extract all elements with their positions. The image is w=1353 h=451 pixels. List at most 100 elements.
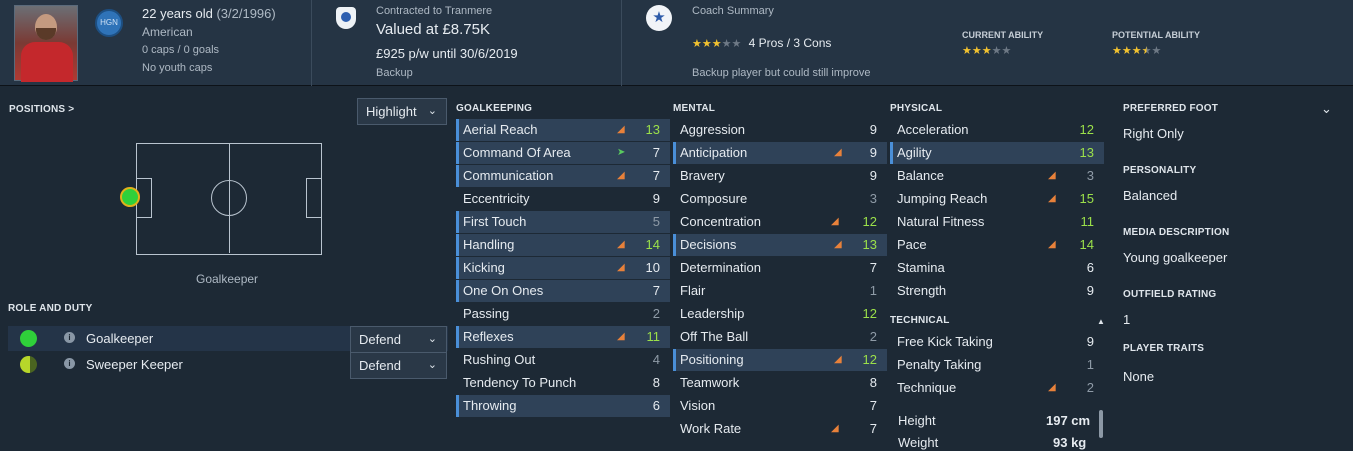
attribute-row[interactable]: Strength 9: [890, 280, 1104, 302]
trend-flat-icon: ➤: [617, 147, 626, 158]
attribute-row[interactable]: Natural Fitness 11: [890, 211, 1104, 233]
attribute-row[interactable]: Teamwork 8: [673, 372, 887, 394]
duty-dropdown[interactable]: Defend ⌄: [350, 352, 447, 379]
attribute-row[interactable]: Leadership 12: [673, 303, 887, 325]
attribute-row[interactable]: Agility 13: [890, 142, 1104, 164]
mental-title: MENTAL: [673, 103, 716, 114]
attribute-row[interactable]: Command Of Area ➤ 7: [456, 142, 670, 164]
attribute-row[interactable]: Vision 7: [673, 395, 887, 417]
attribute-value: 7: [869, 398, 877, 413]
personality-label: PERSONALITY: [1123, 165, 1197, 176]
attribute-label: Technique: [897, 380, 957, 395]
attribute-label: Balance: [897, 168, 944, 183]
attribute-label: Acceleration: [897, 122, 969, 137]
attribute-row[interactable]: Tendency To Punch 8: [456, 372, 670, 394]
duty-dropdown[interactable]: Defend ⌄: [350, 326, 447, 353]
attribute-row[interactable]: Stamina 6: [890, 257, 1104, 279]
attribute-row[interactable]: Work Rate ◢ 7: [673, 418, 887, 440]
info-icon[interactable]: i: [64, 358, 75, 369]
club-badge-icon[interactable]: [336, 7, 356, 29]
attribute-row[interactable]: Decisions ◢ 13: [673, 234, 887, 256]
attribute-row[interactable]: Throwing 6: [456, 395, 670, 417]
attribute-label: Tendency To Punch: [463, 375, 577, 390]
attribute-row[interactable]: Aerial Reach ◢ 13: [456, 119, 670, 141]
chevron-down-icon: ⌄: [427, 105, 437, 117]
attribute-row[interactable]: Eccentricity 9: [456, 188, 670, 210]
duty-value: Defend: [359, 358, 401, 373]
coach-note: Backup player but could still improve: [692, 67, 871, 79]
media-description-value: Young goalkeeper: [1123, 250, 1228, 265]
scrollbar[interactable]: [1099, 410, 1103, 438]
attribute-label: Off The Ball: [680, 329, 749, 344]
attribute-label: Stamina: [897, 260, 945, 275]
attribute-row[interactable]: Composure 3: [673, 188, 887, 210]
role-name: Goalkeeper: [86, 331, 154, 346]
attribute-row[interactable]: Balance ◢ 3: [890, 165, 1104, 187]
technical-title[interactable]: TECHNICAL: [890, 315, 950, 326]
attribute-row[interactable]: Pace ◢ 14: [890, 234, 1104, 256]
info-icon[interactable]: i: [64, 332, 75, 343]
chevron-down-icon[interactable]: ⌄: [1321, 101, 1332, 117]
goalkeeping-title: GOALKEEPING: [456, 103, 533, 114]
attribute-label: Jumping Reach: [897, 191, 988, 206]
attribute-label: One On Ones: [463, 283, 544, 298]
player-photo[interactable]: [14, 5, 78, 82]
attribute-label: Agility: [897, 145, 932, 160]
attribute-value: 11: [646, 329, 661, 344]
attribute-row[interactable]: Flair 1: [673, 280, 887, 302]
trend-up-icon: ◢: [1048, 193, 1056, 204]
youth-caps: No youth caps: [142, 62, 213, 74]
attribute-row[interactable]: Determination 7: [673, 257, 887, 279]
attribute-label: Aerial Reach: [463, 122, 538, 137]
attribute-row[interactable]: One On Ones 7: [456, 280, 670, 302]
attribute-row[interactable]: Handling ◢ 14: [456, 234, 670, 256]
attribute-row[interactable]: Acceleration 12: [890, 119, 1104, 141]
player-age: 22 years old (3/2/1996): [142, 6, 276, 21]
height-value: 197 cm: [1046, 413, 1091, 428]
attribute-row[interactable]: Technique ◢ 2: [890, 377, 1104, 399]
position-marker-goalkeeper[interactable]: [120, 187, 140, 207]
attribute-value: 7: [869, 421, 877, 436]
attribute-label: Composure: [680, 191, 748, 206]
chevron-down-icon: ⌄: [427, 359, 437, 371]
attribute-row[interactable]: Positioning ◢ 12: [673, 349, 887, 371]
attribute-row[interactable]: Concentration ◢ 12: [673, 211, 887, 233]
attribute-row[interactable]: Jumping Reach ◢ 15: [890, 188, 1104, 210]
contract-label[interactable]: Contracted to Tranmere: [376, 5, 492, 17]
attribute-row[interactable]: Penalty Taking 1: [890, 354, 1104, 376]
trend-up-icon: ◢: [834, 239, 842, 250]
attribute-row[interactable]: Bravery 9: [673, 165, 887, 187]
attribute-label: Passing: [463, 306, 510, 321]
attribute-value: 12: [862, 306, 877, 321]
position-view-dropdown[interactable]: Highlight ⌄: [357, 98, 447, 125]
attribute-row[interactable]: Passing 2: [456, 303, 670, 325]
attribute-row[interactable]: Communication ◢ 7: [456, 165, 670, 187]
personality-value: Balanced: [1123, 188, 1178, 203]
attribute-value: 10: [645, 260, 660, 275]
attribute-row[interactable]: First Touch 5: [456, 211, 670, 233]
attribute-row[interactable]: Reflexes ◢ 11: [456, 326, 670, 348]
nation-flag-icon[interactable]: HGN: [95, 9, 123, 37]
attribute-label: Natural Fitness: [897, 214, 985, 229]
attribute-label: Rushing Out: [463, 352, 536, 367]
attribute-label: Teamwork: [680, 375, 740, 390]
attribute-row[interactable]: Free Kick Taking 9: [890, 331, 1104, 353]
player-header: HGN 22 years old (3/2/1996) American 0 c…: [0, 0, 1353, 86]
attribute-value: 6: [652, 398, 660, 413]
attribute-row[interactable]: Off The Ball 2: [673, 326, 887, 348]
attribute-value: 6: [1086, 260, 1094, 275]
attribute-row[interactable]: Anticipation ◢ 9: [673, 142, 887, 164]
nationality[interactable]: American: [142, 25, 193, 39]
coach-summary-title[interactable]: Coach Summary: [692, 5, 774, 17]
attribute-value: 3: [1086, 168, 1094, 183]
attribute-row[interactable]: Aggression 9: [673, 119, 887, 141]
collapse-icon[interactable]: ▲: [1097, 317, 1105, 326]
role-name: Sweeper Keeper: [86, 357, 183, 372]
role-duty-title: ROLE AND DUTY: [8, 303, 93, 314]
attribute-value: 14: [1079, 237, 1094, 252]
attribute-row[interactable]: Kicking ◢ 10: [456, 257, 670, 279]
positions-title[interactable]: POSITIONS >: [9, 104, 74, 115]
attribute-row[interactable]: Rushing Out 4: [456, 349, 670, 371]
attribute-value: 8: [869, 375, 877, 390]
trend-up-icon: ◢: [617, 170, 625, 181]
